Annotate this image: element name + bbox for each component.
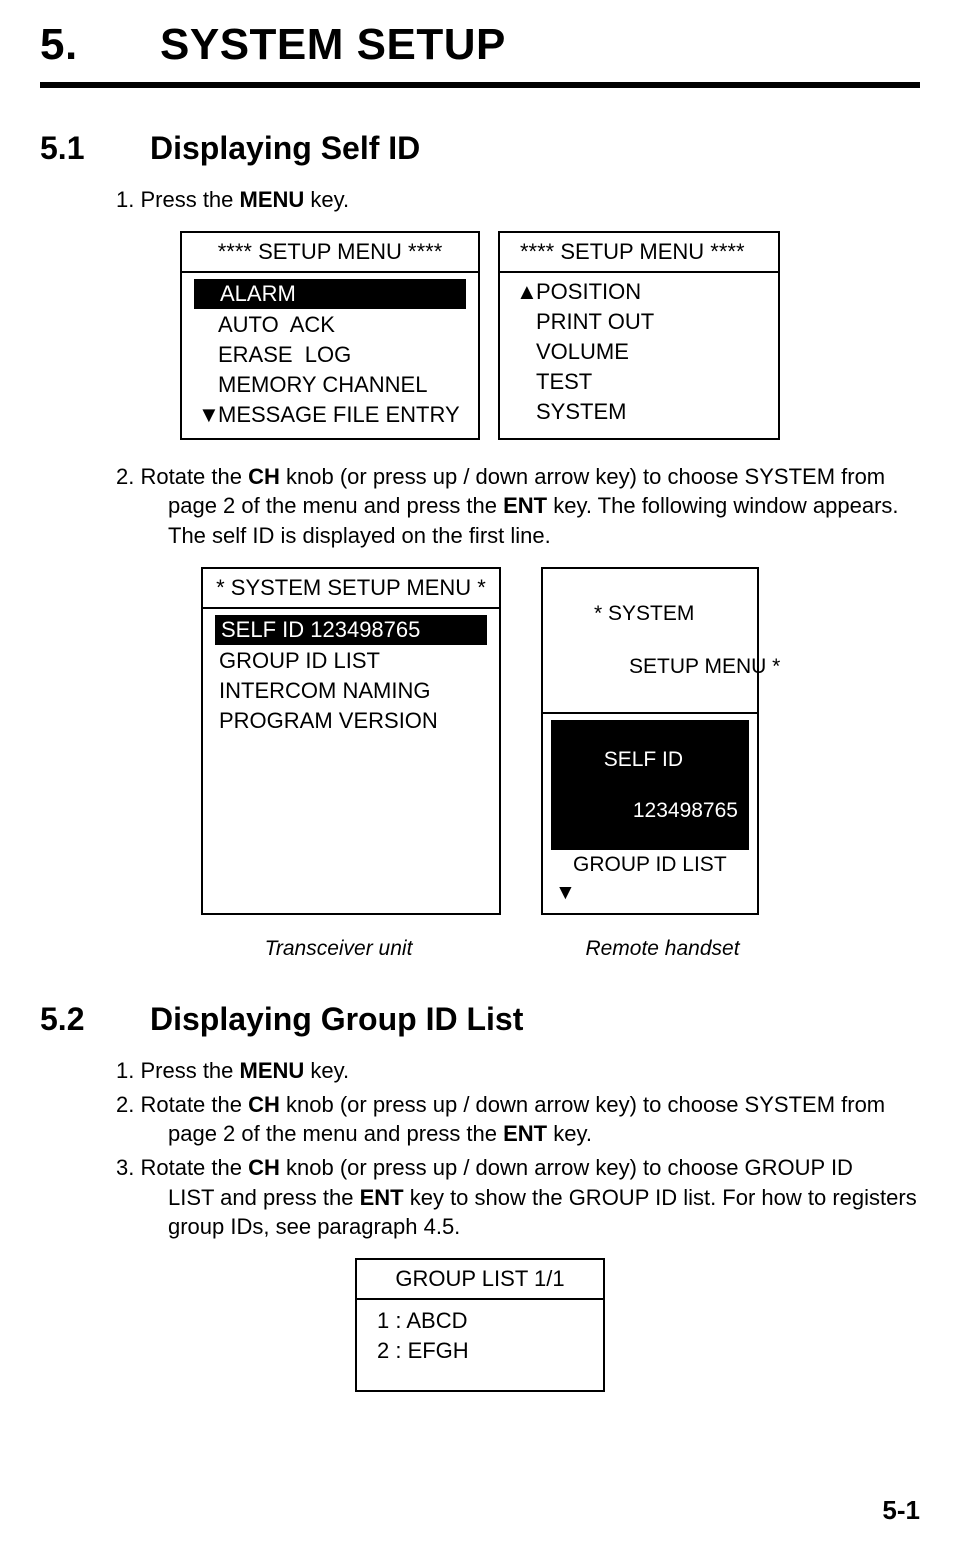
screen-body: SELF ID 123498765 GROUP ID LIST ▼ — [543, 714, 757, 913]
menu-item-self-id: SELF ID 123498765 — [215, 615, 487, 645]
menu-item-print-out: PRINT OUT — [510, 307, 768, 337]
screen-title: * SYSTEM SETUP MENU * — [543, 569, 757, 714]
section-number: 5.1 — [40, 130, 150, 167]
menu-item-self-id: SELF ID 123498765 — [551, 720, 749, 850]
menu-item-group-id-list: GROUP ID LIST — [213, 646, 489, 676]
list-item: 2 : EFGH — [371, 1336, 589, 1366]
list-item: 1 : ABCD — [371, 1306, 589, 1336]
screen-title: **** SETUP MENU **** — [500, 233, 778, 273]
menu-item-message-file-entry: ▼MESSAGE FILE ENTRY — [192, 400, 468, 430]
menu-item-program-version: PROGRAM VERSION — [213, 706, 489, 736]
menu-item-erase-log: ERASE LOG — [192, 340, 468, 370]
chapter-number: 5. — [40, 20, 160, 70]
up-arrow-icon: ▲ — [516, 279, 536, 305]
menu-item-position: ▲POSITION — [510, 277, 768, 307]
screens-row: **** SETUP MENU **** ALARM AUTO ACK ERAS… — [40, 231, 920, 440]
section-heading-5-1: 5.1Displaying Self ID — [40, 130, 920, 167]
section-heading-5-2: 5.2Displaying Group ID List — [40, 1001, 920, 1038]
menu-item-system: SYSTEM — [510, 397, 768, 427]
screen-body: 1 : ABCD 2 : EFGH — [357, 1300, 603, 1390]
menu-item-alarm: ALARM — [194, 279, 466, 309]
menu-item-memory-channel: MEMORY CHANNEL — [192, 370, 468, 400]
step-text: 2. Rotate the CH knob (or press up / dow… — [140, 1090, 920, 1149]
screens-row: * SYSTEM SETUP MENU * SELF ID 123498765 … — [40, 567, 920, 915]
menu-item-intercom-naming: INTERCOM NAMING — [213, 676, 489, 706]
setup-menu-screen-2: **** SETUP MENU **** ▲POSITION PRINT OUT… — [498, 231, 780, 440]
setup-menu-screen-1: **** SETUP MENU **** ALARM AUTO ACK ERAS… — [180, 231, 480, 440]
divider — [40, 82, 920, 88]
step-text: 2. Rotate the CH knob (or press up / dow… — [140, 462, 920, 551]
menu-item-group-id-list: GROUP ID LIST — [549, 851, 751, 879]
screen-body: SELF ID 123498765 GROUP ID LIST INTERCOM… — [203, 609, 499, 744]
system-setup-menu-screen: * SYSTEM SETUP MENU * SELF ID 123498765 … — [201, 567, 501, 915]
step-text: 1. Press the MENU key. — [140, 185, 920, 215]
screen-title: GROUP LIST 1/1 — [357, 1260, 603, 1300]
screen-body: ALARM AUTO ACK ERASE LOG MEMORY CHANNEL … — [182, 273, 478, 438]
menu-item-test: TEST — [510, 367, 768, 397]
screen-title: **** SETUP MENU **** — [182, 233, 478, 273]
caption-remote: Remote handset — [554, 937, 772, 961]
step-text: 3. Rotate the CH knob (or press up / dow… — [140, 1153, 920, 1242]
screen-title: * SYSTEM SETUP MENU * — [203, 569, 499, 609]
group-list-screen: GROUP LIST 1/1 1 : ABCD 2 : EFGH — [355, 1258, 605, 1392]
section-title: Displaying Self ID — [150, 130, 420, 166]
chapter-title: 5.SYSTEM SETUP — [40, 20, 920, 70]
screen-body: ▲POSITION PRINT OUT VOLUME TEST SYSTEM — [500, 273, 778, 435]
caption-row: Transceiver unit Remote handset — [40, 937, 920, 961]
down-arrow-icon: ▼ — [549, 879, 751, 907]
chapter-name: SYSTEM SETUP — [160, 20, 506, 69]
page-number: 5-1 — [882, 1495, 920, 1526]
remote-system-setup-screen: * SYSTEM SETUP MENU * SELF ID 123498765 … — [541, 567, 759, 915]
menu-item-auto-ack: AUTO ACK — [192, 310, 468, 340]
step-text: 1. Press the MENU key. — [140, 1056, 920, 1086]
menu-item-volume: VOLUME — [510, 337, 768, 367]
caption-transceiver: Transceiver unit — [189, 937, 489, 961]
down-arrow-icon: ▼ — [198, 402, 218, 428]
section-title: Displaying Group ID List — [150, 1001, 523, 1037]
section-number: 5.2 — [40, 1001, 150, 1038]
